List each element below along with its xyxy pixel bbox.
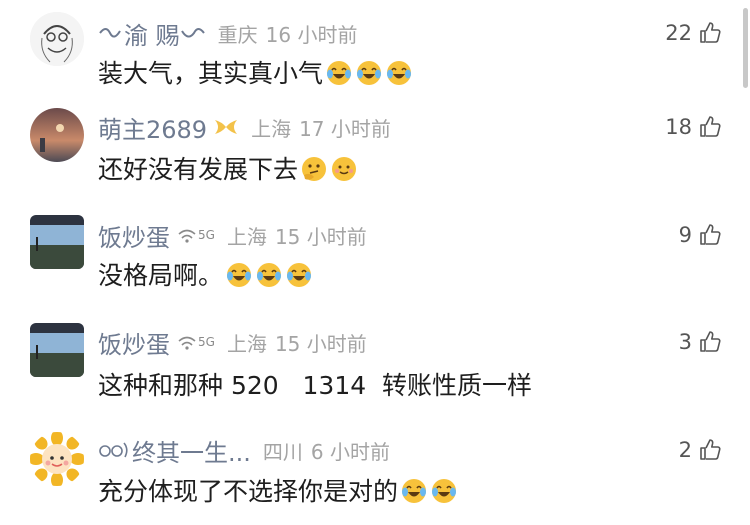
comment-text-row: 没格局啊。 (98, 256, 313, 292)
avatar[interactable] (30, 215, 84, 269)
laugh-cry-emoji (387, 61, 412, 85)
signal-label: 5G (198, 228, 215, 242)
timestamp: 15 小时前 (274, 224, 367, 249)
location: 重庆 (217, 22, 258, 47)
swirl-ornament-icon (99, 28, 121, 38)
comment-text-row: 这种和那种 520 1314 转账性质一样 (98, 366, 532, 402)
username[interactable]: 渝 赐 (124, 16, 180, 51)
comment-text-row: 充分体现了不选择你是对的 (98, 472, 458, 508)
location: 上海 (226, 331, 267, 356)
laugh-cry-emoji (327, 61, 352, 85)
like-button[interactable]: 2 (679, 433, 722, 467)
avatar[interactable] (30, 12, 84, 66)
thumbs-up-icon (700, 22, 721, 43)
emoji-group (223, 259, 313, 289)
signal-5g-icon: 5G (176, 333, 215, 351)
comment-header: 萌主2689 上海 17 小时前 (98, 110, 391, 144)
comment-text-row: 装大气，其实真小气 (98, 54, 413, 90)
emoji-group (298, 153, 358, 183)
like-count: 2 (678, 438, 692, 462)
laugh-cry-emoji (287, 263, 312, 287)
username[interactable]: 饭炒蛋 (98, 218, 170, 253)
like-button[interactable]: 22 (665, 16, 722, 50)
comment-text: 装大气，其实真小气 (98, 59, 324, 88)
swirl-ornament-icon (180, 28, 205, 38)
avatar[interactable] (30, 432, 84, 486)
sunset-photo-icon (30, 108, 84, 162)
laugh-cry-emoji (257, 263, 282, 287)
landscape-photo-icon (30, 323, 84, 377)
timestamp: 6 小时前 (310, 439, 390, 464)
vip-badge-icon (213, 116, 239, 138)
like-count: 3 (678, 330, 692, 354)
emoji-group (398, 475, 458, 505)
scrollbar[interactable] (743, 8, 748, 88)
laugh-cry-emoji (227, 263, 252, 287)
username[interactable]: 饭炒蛋 (98, 325, 170, 360)
username[interactable]: 萌主2689 (98, 110, 207, 145)
smile-emoji (332, 157, 357, 181)
thumbs-up-icon (700, 331, 721, 352)
location: 上海 (226, 224, 267, 249)
comment-header: 饭炒蛋 5G 上海 15 小时前 (98, 325, 367, 359)
username[interactable]: 终其一生... (132, 433, 251, 468)
signal-5g-icon: 5G (176, 226, 215, 244)
like-count: 9 (678, 223, 692, 247)
landscape-photo-icon (30, 215, 84, 269)
emoji-group (323, 57, 413, 87)
comment-header: 渝 赐 重庆 16 小时前 (98, 16, 357, 50)
avatar[interactable] (30, 323, 84, 377)
like-count: 22 (665, 21, 692, 45)
thinking-emoji (302, 157, 327, 181)
laugh-cry-emoji (402, 479, 427, 503)
location: 四川 (262, 439, 303, 464)
timestamp: 16 小时前 (265, 22, 358, 47)
thumbs-up-icon (700, 439, 721, 460)
thumbs-up-icon (700, 116, 721, 137)
like-button[interactable]: 9 (679, 218, 722, 252)
timestamp: 15 小时前 (274, 331, 367, 356)
comment-text: 没格局啊。 (98, 261, 224, 290)
timestamp: 17 小时前 (299, 116, 391, 141)
signal-label: 5G (198, 335, 215, 349)
comment-text: 充分体现了不选择你是对的 (98, 477, 399, 506)
sketch-face-icon (30, 12, 84, 66)
sunflower-avatar-icon (30, 432, 84, 486)
comment-header: 终其一生... 四川 6 小时前 (98, 433, 390, 467)
like-count: 18 (665, 115, 692, 139)
comment-header: 饭炒蛋 5G 上海 15 小时前 (98, 218, 367, 252)
comment-text: 还好没有发展下去 (98, 155, 299, 184)
decorative-glyph-icon (99, 442, 128, 458)
avatar[interactable] (30, 108, 84, 162)
like-button[interactable]: 3 (679, 325, 722, 359)
comment-text: 这种和那种 520 1314 转账性质一样 (98, 371, 533, 400)
laugh-cry-emoji (432, 479, 457, 503)
location: 上海 (251, 116, 292, 141)
laugh-cry-emoji (357, 61, 382, 85)
thumbs-up-icon (700, 224, 721, 245)
comment-text-row: 还好没有发展下去 (98, 150, 358, 186)
like-button[interactable]: 18 (665, 110, 722, 144)
